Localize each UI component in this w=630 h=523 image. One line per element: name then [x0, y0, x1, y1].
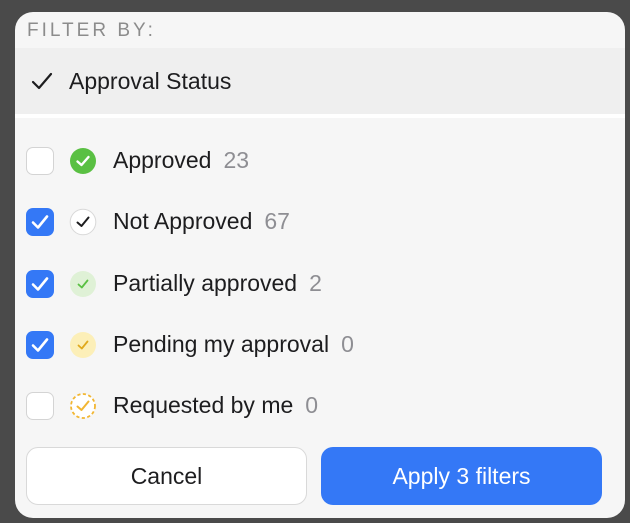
filter-option-not-approved[interactable]: Not Approved 67 [15, 197, 625, 247]
option-label: Partially approved [113, 270, 298, 296]
not-approved-icon [69, 208, 97, 236]
divider [15, 114, 625, 118]
filter-option-requested-by-me[interactable]: Requested by me 0 [15, 381, 625, 431]
option-count: 2 [309, 270, 322, 296]
filter-option-partially-approved[interactable]: Partially approved 2 [15, 259, 625, 309]
pending-approval-icon [70, 332, 96, 358]
filter-by-heading: FILTER BY: [27, 20, 156, 41]
option-count: 23 [223, 147, 250, 173]
checkmark-icon [31, 72, 53, 90]
checkbox-checked[interactable] [26, 208, 54, 236]
checkbox-check-icon [31, 277, 49, 291]
option-label: Approved [113, 147, 212, 173]
filter-option-pending-my-approval[interactable]: Pending my approval 0 [15, 320, 625, 370]
option-label: Requested by me [113, 392, 294, 418]
section-label: Approval Status [69, 68, 232, 94]
checkbox[interactable] [26, 147, 54, 175]
checkbox[interactable] [26, 392, 54, 420]
option-count: 67 [264, 208, 290, 234]
option-count: 0 [305, 392, 319, 418]
approved-icon [70, 148, 96, 174]
approval-status-section[interactable]: Approval Status [15, 48, 625, 114]
option-label: Pending my approval [113, 331, 330, 357]
apply-filters-button[interactable]: Apply 3 filters [321, 447, 602, 505]
checkbox-checked[interactable] [26, 270, 54, 298]
checkbox-checked[interactable] [26, 331, 54, 359]
cancel-button[interactable]: Cancel [26, 447, 307, 505]
option-count: 0 [341, 331, 354, 357]
filter-option-approved[interactable]: Approved 23 [15, 136, 625, 186]
option-label: Not Approved [113, 208, 253, 234]
requested-by-me-icon [70, 393, 96, 419]
filter-popover: FILTER BY: Approval Status Approved 23 N… [15, 12, 625, 518]
checkbox-check-icon [31, 338, 49, 352]
partially-approved-icon [70, 271, 96, 297]
checkbox-check-icon [31, 215, 49, 229]
